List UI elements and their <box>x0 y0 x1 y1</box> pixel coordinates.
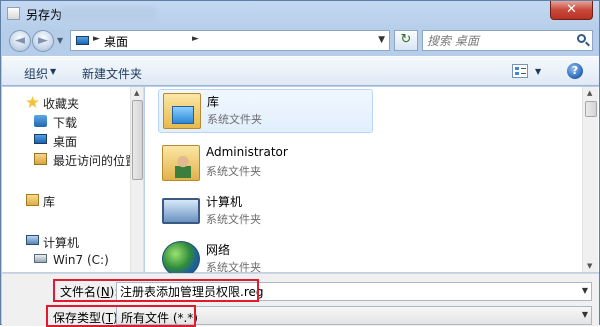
sidebar-item-label: 计算机 <box>43 236 80 250</box>
view-dropdown-icon[interactable]: ▼ <box>535 67 541 76</box>
list-item-libraries[interactable]: 库 系统文件夹 <box>158 89 373 133</box>
file-list-scrollbar[interactable]: ▲ ▼ <box>582 87 598 272</box>
file-name: 库 <box>207 95 220 109</box>
blurred-title-region <box>61 7 156 19</box>
navigation-bar: ◄ ► ▼ ► 桌面 ► ▼ ↻ <box>1 27 599 55</box>
favorites-star-icon <box>26 96 39 108</box>
file-list: 库 系统文件夹 Administrator 系统文件夹 计算机 系统文件夹 网络… <box>145 87 599 277</box>
title-bar[interactable]: 另存为 ✕ <box>1 1 599 27</box>
savetype-dropdown-icon[interactable]: ▼ <box>582 310 588 319</box>
sidebar-item-label: 收藏夹 <box>43 97 80 111</box>
network-icon <box>162 241 200 277</box>
sidebar-item-label: 下载 <box>53 116 78 130</box>
organize-button[interactable]: 组织 <box>24 65 48 82</box>
sidebar-item-downloads[interactable]: 下载 <box>2 112 130 130</box>
savetype-highlight-box <box>46 305 196 327</box>
history-dropdown-icon[interactable]: ▼ <box>57 36 63 45</box>
file-name: 计算机 <box>206 195 243 209</box>
recent-places-icon <box>34 153 47 165</box>
scrollbar-thumb[interactable] <box>132 100 143 180</box>
drive-icon <box>34 254 47 263</box>
list-item-computer[interactable]: 计算机 系统文件夹 <box>158 190 373 234</box>
sidebar-item-favorites[interactable]: 收藏夹 <box>2 93 130 111</box>
sidebar-item-label: 最近访问的位置 <box>53 154 138 168</box>
navigation-pane: 收藏夹 下载 桌面 最近访问的位置 库 计算机 Win7 (C:) ▲ <box>2 87 144 272</box>
downloads-icon <box>34 115 47 127</box>
breadcrumb-desktop[interactable]: 桌面 <box>104 33 128 50</box>
breadcrumb-arrow-icon[interactable]: ► <box>192 34 199 44</box>
new-folder-button[interactable]: 新建文件夹 <box>82 65 142 82</box>
scroll-down-icon[interactable]: ▼ <box>587 262 592 270</box>
change-view-icon[interactable] <box>512 64 528 78</box>
sidebar-item-label: Win7 (C:) <box>53 253 109 267</box>
search-input[interactable] <box>427 32 567 49</box>
scroll-up-icon[interactable]: ▲ <box>134 89 139 97</box>
sidebar-item-drive-c[interactable]: Win7 (C:) <box>2 251 130 269</box>
filename-dropdown-icon[interactable]: ▼ <box>582 286 588 295</box>
desktop-icon <box>34 134 47 144</box>
sidebar-item-label: 库 <box>43 195 56 209</box>
libraries-icon <box>26 194 39 206</box>
computer-icon <box>162 198 200 224</box>
file-name: 网络 <box>206 243 231 257</box>
sidebar-item-recent-places[interactable]: 最近访问的位置 <box>2 150 137 168</box>
breadcrumb-separator-icon[interactable]: ► <box>93 34 100 44</box>
forward-button[interactable]: ► <box>32 30 54 52</box>
save-as-dialog: 另存为 ✕ ◄ ► ▼ ► 桌面 ► ▼ ↻ 组织 ▼ 新建文件夹 ▼ ? 收藏… <box>0 0 600 327</box>
computer-icon <box>26 235 39 245</box>
sidebar-item-label: 桌面 <box>53 135 78 149</box>
file-type: 系统文件夹 <box>206 165 261 178</box>
refresh-button[interactable]: ↻ <box>394 30 418 51</box>
sidebar-item-desktop[interactable]: 桌面 <box>2 131 130 149</box>
navigation-scrollbar[interactable]: ▲ <box>130 87 143 272</box>
address-dropdown-icon[interactable]: ▼ <box>378 35 385 45</box>
close-button[interactable]: ✕ <box>550 1 593 20</box>
address-bar[interactable]: ► 桌面 ► ▼ <box>70 30 390 51</box>
scrollbar-thumb[interactable] <box>585 101 597 117</box>
search-icon[interactable] <box>577 34 586 43</box>
sidebar-item-libraries[interactable]: 库 <box>2 191 130 209</box>
file-name: Administrator <box>206 145 288 159</box>
list-item-administrator[interactable]: Administrator 系统文件夹 <box>158 142 373 186</box>
sidebar-item-computer[interactable]: 计算机 <box>2 232 130 250</box>
user-folder-icon <box>162 145 200 181</box>
scroll-up-icon[interactable]: ▲ <box>587 89 592 97</box>
desktop-icon <box>76 36 89 45</box>
search-box[interactable] <box>422 30 593 51</box>
file-type: 系统文件夹 <box>207 113 262 126</box>
back-button[interactable]: ◄ <box>9 30 31 52</box>
library-folder-icon <box>163 93 201 129</box>
command-toolbar: 组织 ▼ 新建文件夹 ▼ ? <box>2 56 599 86</box>
organize-dropdown-icon[interactable]: ▼ <box>50 67 56 76</box>
dialog-title: 另存为 <box>26 8 63 22</box>
dialog-icon <box>7 7 20 20</box>
file-type: 系统文件夹 <box>206 213 261 226</box>
help-button[interactable]: ? <box>567 63 583 79</box>
filename-highlight-box <box>53 279 259 302</box>
